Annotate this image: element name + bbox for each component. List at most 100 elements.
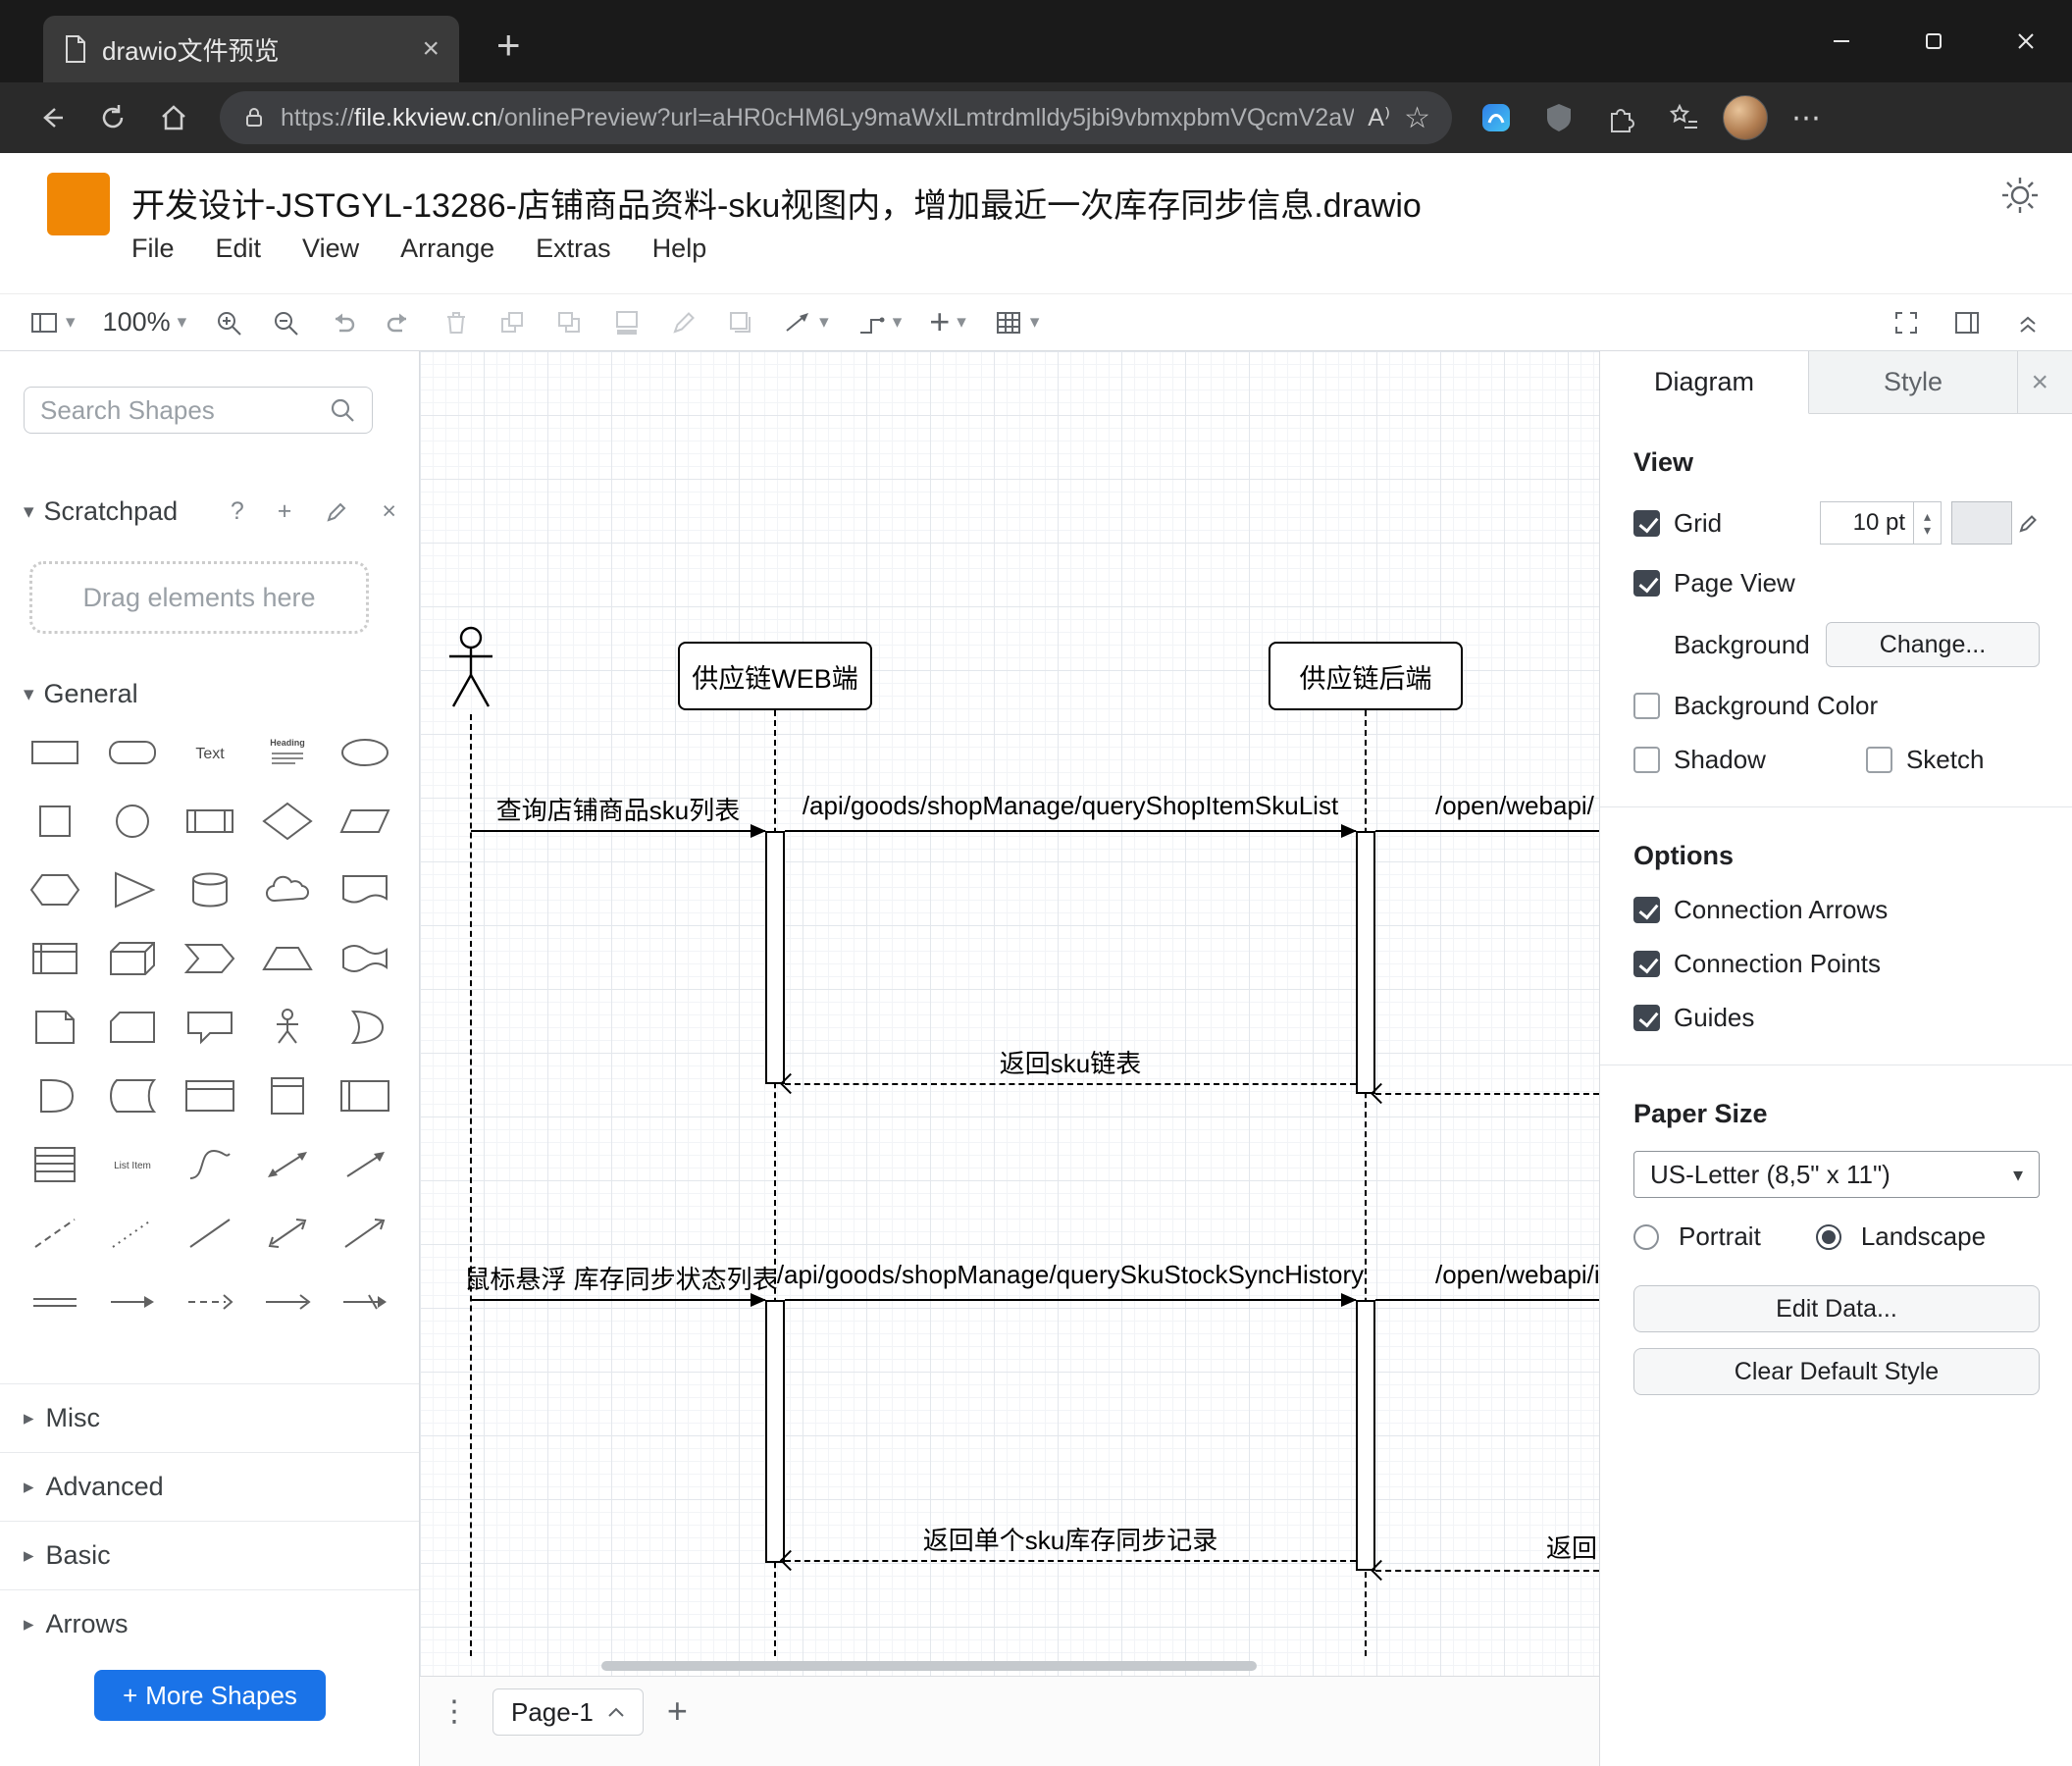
menu-extras[interactable]: Extras [536, 234, 611, 264]
page-tab[interactable]: Page-1 [492, 1688, 644, 1736]
undo-icon[interactable] [328, 308, 357, 338]
portrait-radio[interactable] [1633, 1223, 1659, 1250]
shadow-checkbox[interactable] [1633, 747, 1660, 773]
menu-arrange[interactable]: Arrange [400, 234, 494, 264]
activation-bar[interactable] [1356, 831, 1375, 1094]
insert-button[interactable]: + ▾ [929, 304, 966, 339]
menu-help[interactable]: Help [652, 234, 707, 264]
message-label[interactable]: 返回单个sku库存同步记录 [923, 1521, 1217, 1557]
favorites-hub-icon[interactable] [1660, 102, 1709, 133]
message-arrow[interactable] [471, 824, 766, 838]
collapse-toolbar-icon[interactable] [2013, 308, 2043, 338]
to-back-icon[interactable] [555, 308, 585, 338]
waypoint-style-button[interactable]: ▾ [856, 308, 902, 338]
message-arrow[interactable] [785, 824, 1357, 838]
shape-open-link[interactable] [255, 1279, 320, 1324]
shape-step[interactable] [178, 936, 242, 981]
actor-figure[interactable] [445, 626, 496, 712]
menu-view[interactable]: View [302, 234, 359, 264]
browser-tab[interactable]: drawio文件预览 × [43, 16, 459, 82]
shape-text[interactable]: Text [178, 730, 242, 775]
message-label[interactable]: /api/goods/shopManage/querySkuStockSyncH… [777, 1260, 1364, 1290]
connection-arrows-checkbox[interactable] [1633, 897, 1660, 923]
connection-style-button[interactable]: ▾ [783, 308, 829, 338]
message-label[interactable]: 返回sku链表 [1000, 1044, 1141, 1080]
message-label[interactable]: 查询店铺商品sku列表 [496, 791, 740, 827]
refresh-icon[interactable] [82, 103, 143, 132]
grid-checkbox[interactable] [1633, 509, 1660, 537]
shape-dashed-link[interactable] [178, 1279, 242, 1324]
zoom-level-button[interactable]: 100% ▾ [103, 307, 187, 338]
shape-heading[interactable]: Heading [255, 730, 320, 775]
more-shapes-button[interactable]: + More Shapes [94, 1670, 326, 1721]
window-maximize-button[interactable] [1888, 0, 1980, 82]
format-panel-toggle-icon[interactable] [1952, 308, 1982, 338]
shape-horizontal-container[interactable] [333, 1073, 397, 1118]
scratchpad-dropzone[interactable]: Drag elements here [29, 561, 369, 634]
shape-dashed-line[interactable] [23, 1211, 87, 1256]
scratchpad-add-icon[interactable]: + [278, 497, 292, 526]
shape-curve[interactable] [178, 1142, 242, 1187]
return-arrow[interactable] [1370, 1082, 1599, 1105]
shape-tape[interactable] [333, 936, 397, 981]
message-arrow[interactable] [785, 1293, 1357, 1307]
shape-cylinder[interactable] [178, 867, 242, 912]
shape-circle[interactable] [100, 799, 165, 844]
shield-extension-icon[interactable] [1534, 102, 1583, 133]
tab-diagram[interactable]: Diagram [1600, 351, 1809, 414]
shape-list[interactable] [23, 1142, 87, 1187]
return-arrow[interactable] [779, 1072, 1356, 1095]
zoom-out-icon[interactable] [271, 308, 300, 338]
message-label[interactable]: /open/webapi/item [1435, 1260, 1599, 1290]
shape-document[interactable] [333, 867, 397, 912]
shape-directional-connector[interactable] [333, 1211, 397, 1256]
shape-rectangle[interactable] [23, 730, 87, 775]
format-panel-close-icon[interactable]: × [2031, 351, 2072, 413]
shape-link[interactable] [23, 1279, 87, 1324]
search-icon[interactable] [329, 396, 356, 424]
shape-triangle[interactable] [100, 867, 165, 912]
shape-card[interactable] [100, 1005, 165, 1050]
section-arrows[interactable]: ▸ Arrows [0, 1589, 419, 1658]
shape-list-item[interactable]: List Item [100, 1142, 165, 1187]
scratchpad-header[interactable]: ▾ Scratchpad ? + × [24, 496, 396, 527]
shape-process[interactable] [178, 799, 242, 844]
search-shapes-input[interactable]: Search Shapes [24, 387, 373, 434]
sketch-checkbox[interactable] [1865, 747, 1892, 773]
return-arrow[interactable] [1370, 1559, 1599, 1582]
to-front-icon[interactable] [498, 308, 528, 338]
view-button[interactable]: ▾ [29, 308, 76, 338]
diagram-canvas[interactable]: 供应链WEB端 供应链后端 查询店铺商品sku列表 /api/goods/sho… [420, 351, 1599, 1676]
grid-color-swatch[interactable] [1951, 501, 2012, 545]
extensions-puzzle-icon[interactable] [1597, 102, 1646, 133]
shape-arrow-link[interactable] [100, 1279, 165, 1324]
shape-trapezoid[interactable] [255, 936, 320, 981]
address-bar[interactable]: https://file.kkview.cn/onlinePreview?url… [220, 91, 1452, 144]
shape-vertical-container[interactable] [255, 1073, 320, 1118]
return-arrow[interactable] [779, 1549, 1356, 1572]
shape-diamond[interactable] [255, 799, 320, 844]
page-view-checkbox[interactable] [1633, 570, 1660, 597]
shape-dotted-line[interactable] [100, 1211, 165, 1256]
shape-rounded-rectangle[interactable] [100, 730, 165, 775]
zoom-in-icon[interactable] [214, 308, 243, 338]
message-arrow[interactable] [471, 1293, 766, 1307]
paper-size-select[interactable]: US-Letter (8,5" x 11") ▾ [1633, 1151, 2040, 1198]
tab-close-icon[interactable]: × [422, 34, 440, 64]
section-basic[interactable]: ▸ Basic [0, 1521, 419, 1589]
window-close-button[interactable] [1980, 0, 2072, 82]
profile-avatar[interactable] [1723, 95, 1768, 140]
shape-ellipse[interactable] [333, 730, 397, 775]
line-color-icon[interactable] [669, 308, 699, 338]
shape-data-storage[interactable] [100, 1073, 165, 1118]
fullscreen-icon[interactable] [1891, 308, 1921, 338]
activation-bar[interactable] [1356, 1300, 1375, 1571]
shadow-icon[interactable] [726, 308, 755, 338]
connection-points-checkbox[interactable] [1633, 951, 1660, 977]
shape-cloud[interactable] [255, 867, 320, 912]
shape-cube[interactable] [100, 936, 165, 981]
shape-container[interactable] [178, 1073, 242, 1118]
scratchpad-help-icon[interactable]: ? [231, 497, 244, 526]
grid-size-stepper[interactable]: ▴ ▾ [1914, 501, 1942, 545]
message-label[interactable]: 鼠标悬浮 库存同步状态列表 [464, 1260, 777, 1296]
